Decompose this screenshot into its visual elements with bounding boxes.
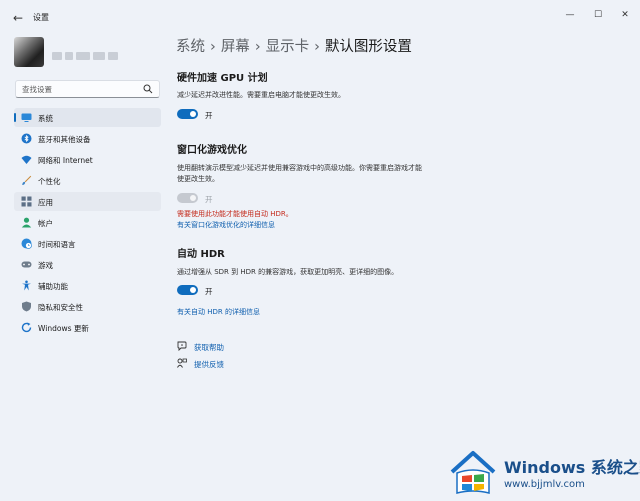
sidebar-item-label: 个性化 bbox=[38, 177, 61, 186]
watermark-title: Windows 系统之家 bbox=[504, 458, 640, 477]
breadcrumb-link[interactable]: 屏幕 bbox=[221, 39, 250, 55]
gpu-scheduling-toggle[interactable] bbox=[177, 109, 198, 119]
breadcrumb: 系统 › 屏幕 › 显示卡 › 默认图形设置 bbox=[176, 35, 412, 56]
sidebar-item-personalization[interactable]: 个性化 bbox=[14, 171, 161, 190]
sidebar-item-apps[interactable]: 应用 bbox=[14, 192, 161, 211]
wifi-icon bbox=[21, 155, 32, 164]
feedback-icon bbox=[177, 358, 187, 368]
help-icon bbox=[177, 341, 187, 351]
search-input[interactable] bbox=[22, 84, 140, 95]
gpu-scheduling-title: 硬件加速 GPU 计划 bbox=[177, 73, 268, 84]
globe-clock-icon bbox=[21, 238, 32, 249]
auto-hdr-title: 自动 HDR bbox=[177, 249, 225, 260]
page-title: 默认图形设置 bbox=[324, 39, 412, 55]
back-button[interactable]: ← bbox=[10, 10, 26, 26]
breadcrumb-separator: › bbox=[314, 39, 320, 55]
breadcrumb-link[interactable]: 显示卡 bbox=[266, 39, 310, 55]
breadcrumb-link[interactable]: 系统 bbox=[176, 39, 205, 55]
auto-hdr-description: 通过增强从 SDR 到 HDR 的兼容游戏，获取更加明亮、更详细的图像。 bbox=[177, 268, 399, 276]
sidebar-item-label: 系统 bbox=[38, 114, 53, 123]
sidebar-item-time-language[interactable]: 时间和语言 bbox=[14, 234, 161, 253]
search-icon[interactable] bbox=[143, 84, 153, 94]
windows-house-logo-icon bbox=[450, 451, 496, 494]
avatar bbox=[14, 37, 44, 67]
sidebar-item-accounts[interactable]: 帐户 bbox=[14, 213, 161, 232]
account-icon bbox=[21, 217, 32, 228]
profile-name-blurred bbox=[52, 45, 152, 60]
sidebar-item-system[interactable]: 系统 bbox=[14, 108, 161, 127]
app-title: 设置 bbox=[33, 13, 49, 22]
close-button[interactable]: ✕ bbox=[614, 8, 636, 22]
sidebar-item-privacy[interactable]: 隐私和安全性 bbox=[14, 297, 161, 316]
sidebar-item-label: 蓝牙和其他设备 bbox=[38, 135, 91, 144]
accessibility-icon bbox=[22, 280, 31, 291]
breadcrumb-separator: › bbox=[210, 39, 216, 55]
update-icon bbox=[21, 322, 32, 333]
sidebar-item-label: 辅助功能 bbox=[38, 282, 68, 291]
gamepad-icon bbox=[21, 261, 32, 268]
feedback-link[interactable]: 提供反馈 bbox=[194, 359, 224, 370]
sidebar-item-accessibility[interactable]: 辅助功能 bbox=[14, 276, 161, 295]
sidebar-item-label: 时间和语言 bbox=[38, 240, 76, 249]
bluetooth-icon bbox=[21, 133, 32, 144]
sidebar-item-label: 帐户 bbox=[38, 219, 53, 228]
user-profile[interactable] bbox=[14, 37, 164, 67]
sidebar-item-label: 游戏 bbox=[38, 261, 53, 270]
sidebar-item-label: 网络和 Internet bbox=[38, 156, 93, 165]
watermark: Windows 系统之家 www.bjjmlv.com bbox=[440, 446, 640, 501]
windowed-games-description: 使用翻转演示模型减少延迟并使用兼容游戏中的高级功能。你需要重启游戏才能使更改生效… bbox=[177, 164, 422, 183]
sidebar-item-windows-update[interactable]: Windows 更新 bbox=[14, 318, 161, 337]
auto-hdr-info-link[interactable]: 有关自动 HDR 的详细信息 bbox=[177, 307, 260, 317]
watermark-url: www.bjjmlv.com bbox=[504, 479, 585, 490]
get-help-link[interactable]: 获取帮助 bbox=[194, 342, 224, 353]
auto-hdr-toggle[interactable] bbox=[177, 285, 198, 295]
sidebar-item-bluetooth[interactable]: 蓝牙和其他设备 bbox=[14, 129, 161, 148]
windowed-games-info-link[interactable]: 有关窗口化游戏优化的详细信息 bbox=[177, 220, 275, 230]
settings-window: ← 设置 — ☐ ✕ 系统 bbox=[0, 0, 640, 501]
windowed-games-toggle-label: 开 bbox=[205, 195, 213, 204]
gpu-scheduling-description: 减少延迟并改进性能。需要重启电脑才能使更改生效。 bbox=[177, 91, 345, 99]
sidebar-item-label: 应用 bbox=[38, 198, 53, 207]
search-box[interactable] bbox=[15, 80, 160, 98]
gpu-scheduling-toggle-label: 开 bbox=[205, 111, 213, 120]
brush-icon bbox=[22, 175, 32, 185]
sidebar-item-label: 隐私和安全性 bbox=[38, 303, 83, 312]
shield-icon bbox=[22, 301, 31, 312]
minimize-button[interactable]: — bbox=[559, 8, 581, 22]
auto-hdr-toggle-label: 开 bbox=[205, 287, 213, 296]
windowed-games-title: 窗口化游戏优化 bbox=[177, 145, 247, 156]
windowed-games-toggle[interactable] bbox=[177, 193, 198, 203]
breadcrumb-separator: › bbox=[254, 39, 261, 55]
apps-icon bbox=[21, 196, 32, 207]
sidebar-nav: 系统 蓝牙和其他设备 网络和 Internet 个性化 应用 帐户 时间和语言 … bbox=[14, 108, 161, 339]
monitor-icon bbox=[21, 113, 32, 122]
hdr-requirement-warning: 需要使用此功能才能使用自动 HDR。 bbox=[177, 210, 293, 218]
maximize-button[interactable]: ☐ bbox=[587, 8, 609, 22]
sidebar-item-network[interactable]: 网络和 Internet bbox=[14, 150, 161, 169]
title-bar: ← 设置 — ☐ ✕ bbox=[0, 0, 640, 34]
sidebar-item-gaming[interactable]: 游戏 bbox=[14, 255, 161, 274]
sidebar-item-label: Windows 更新 bbox=[38, 324, 89, 333]
active-indicator bbox=[14, 113, 16, 122]
